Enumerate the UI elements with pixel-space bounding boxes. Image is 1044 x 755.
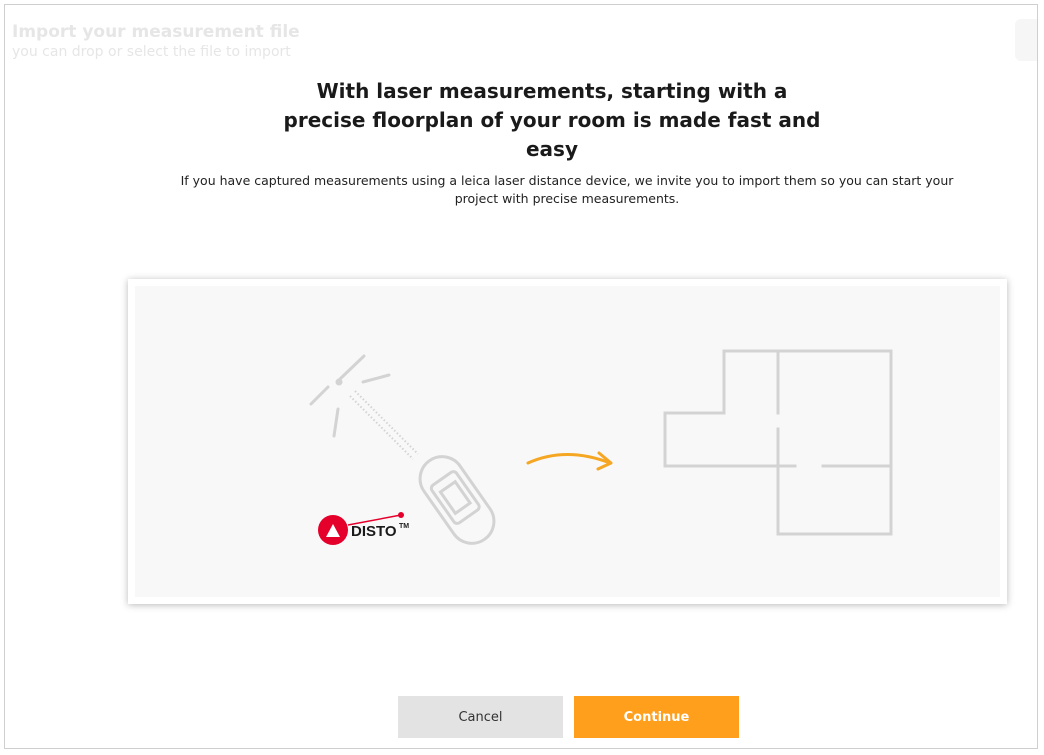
- import-dialog: Import your measurement file you can dro…: [4, 4, 1038, 749]
- dialog-header: Import your measurement file you can dro…: [12, 21, 300, 61]
- disto-device-icon: [418, 455, 496, 545]
- dialog-title: Import your measurement file: [12, 22, 300, 42]
- dialog-subtitle: you can drop or select the file to impor…: [12, 44, 291, 60]
- cancel-button[interactable]: Cancel: [398, 696, 563, 738]
- laser-to-floorplan-illustration: DISTO TM: [309, 349, 893, 545]
- brand-trademark: TM: [399, 523, 409, 530]
- laser-beam-icon: [349, 390, 419, 460]
- page-heading: With laser measurements, starting with a…: [283, 79, 821, 161]
- illustration-card: DISTO TM: [128, 279, 1007, 604]
- arrow-right-icon: [526, 453, 612, 465]
- illustration-area: DISTO TM: [135, 286, 1000, 597]
- continue-button[interactable]: Continue: [574, 696, 739, 738]
- page-description: If you have captured measurements using …: [180, 173, 954, 206]
- floorplan-icon: [663, 349, 893, 536]
- close-icon[interactable]: [1015, 19, 1037, 61]
- disto-logo: DISTO TM: [318, 512, 409, 545]
- brand-text: DISTO: [351, 523, 397, 540]
